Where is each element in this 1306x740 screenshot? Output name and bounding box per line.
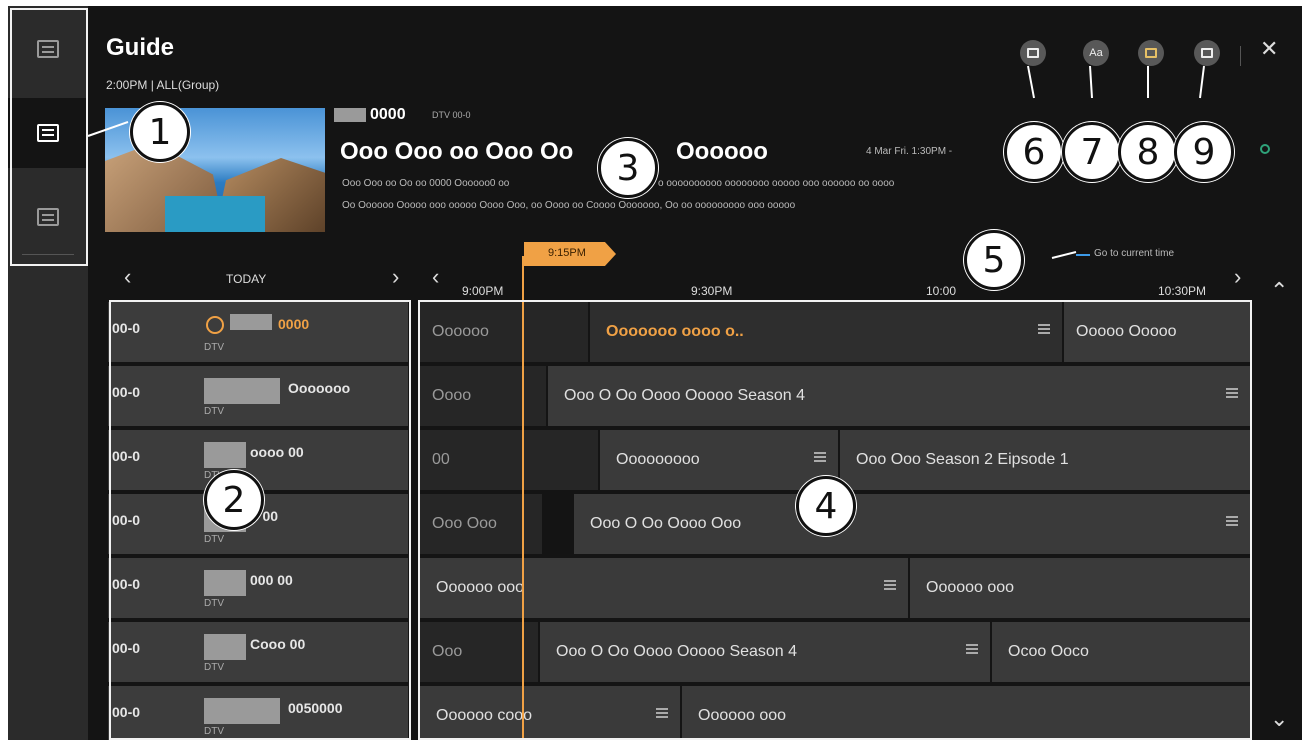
callout-3: 3 — [598, 138, 658, 198]
callout-7: 7 — [1062, 122, 1122, 182]
callout-8: 8 — [1118, 122, 1178, 182]
guide-screen: Guide 2:00PM | ALL(Group) 0000 DTV 00-0 … — [8, 6, 1302, 740]
callout-6: 6 — [1004, 122, 1064, 182]
callout-5: 5 — [964, 230, 1024, 290]
callout-2: 2 — [204, 470, 264, 530]
callout-1: 1 — [130, 102, 190, 162]
callout-pointers — [87, 65, 1205, 259]
callout-9: 9 — [1174, 122, 1234, 182]
callout-4: 4 — [796, 476, 856, 536]
